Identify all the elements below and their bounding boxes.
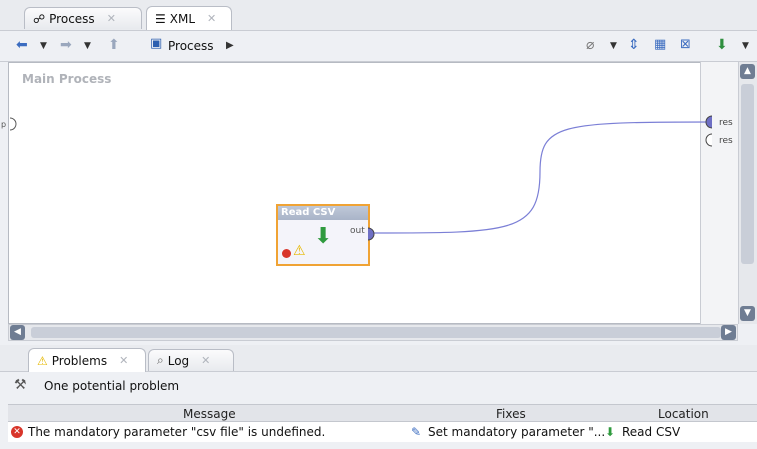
arrange-icon[interactable]: ⇕: [628, 37, 640, 53]
process-output-ports[interactable]: [704, 115, 716, 147]
horizontal-scrollbar[interactable]: ◀ ▶: [8, 324, 738, 341]
tab-xml[interactable]: ☰ XML ✕: [146, 6, 232, 30]
operator-read-csv[interactable]: Read CSV ⬇ ⚠ out: [276, 204, 370, 266]
operator-port-label: out: [350, 226, 365, 236]
chevron-down-icon[interactable]: ▼: [84, 41, 91, 51]
chevron-down-icon[interactable]: ▼: [742, 41, 749, 51]
scroll-right-icon[interactable]: ▶: [721, 325, 736, 340]
table-row[interactable]: ✕ The mandatory parameter "csv file" is …: [8, 422, 757, 442]
tab-problems-label: Problems: [51, 353, 108, 368]
tab-process-label: Process: [49, 11, 95, 26]
problem-location[interactable]: Read CSV: [622, 425, 680, 439]
error-icon: ✕: [11, 426, 23, 438]
scroll-up-icon[interactable]: ▲: [740, 64, 755, 79]
bottom-tab-bar: ⚠ Problems ✕ ⌕ Log ✕: [0, 345, 757, 372]
problem-message: The mandatory parameter "csv file" is un…: [28, 425, 326, 439]
connect-icon[interactable]: ⌀: [586, 37, 594, 53]
close-icon[interactable]: ✕: [201, 354, 210, 367]
tab-log[interactable]: ⌕ Log ✕: [148, 349, 234, 371]
operator-output-port[interactable]: [366, 227, 376, 241]
chevron-down-icon[interactable]: ▼: [40, 41, 47, 51]
editor-tab-bar: ☍ Process ✕ ☰ XML ✕: [0, 0, 757, 31]
problems-table-header: Message Fixes Location: [8, 404, 757, 422]
column-header-message[interactable]: Message: [183, 407, 236, 421]
tab-log-label: Log: [167, 353, 190, 368]
output-port-label: res: [719, 136, 733, 146]
svg-text:p: p: [1, 120, 6, 129]
chevron-right-icon[interactable]: ▶: [226, 40, 234, 51]
forward-arrow-icon[interactable]: ➡: [60, 37, 72, 53]
problems-summary: One potential problem: [44, 379, 180, 393]
import-icon[interactable]: ⬇: [716, 37, 728, 53]
process-icon: ☍: [33, 11, 46, 26]
process-toolbar: ⬅ ▼ ➡ ▼ ⬆ ▣ Process ▶ ⌀ ▼ ⇕ ▦ ⊠ ⬇ ▼: [0, 31, 757, 62]
operator-title: Read CSV: [278, 206, 368, 220]
up-arrow-icon[interactable]: ⬆: [108, 37, 120, 53]
log-icon: ⌕: [157, 353, 164, 367]
tab-problems[interactable]: ⚠ Problems ✕: [28, 348, 146, 372]
read-csv-icon: ⬇: [605, 425, 616, 439]
fix-icon: ✎: [411, 425, 422, 439]
quick-fix-icon[interactable]: ⚒: [14, 377, 27, 393]
problem-fix[interactable]: Set mandatory parameter "...: [428, 425, 605, 439]
column-header-location[interactable]: Location: [658, 407, 709, 421]
xml-icon: ☰: [155, 11, 166, 26]
vertical-scrollbar[interactable]: ▲ ▼: [738, 62, 757, 324]
problems-summary-row: ⚒ One potential problem: [0, 372, 757, 400]
tab-xml-label: XML: [169, 11, 196, 26]
back-arrow-icon[interactable]: ⬅: [16, 37, 28, 53]
breadcrumb-process[interactable]: Process: [168, 39, 214, 53]
horizontal-scroll-thumb[interactable]: [31, 327, 721, 338]
scroll-down-icon[interactable]: ▼: [740, 306, 755, 321]
close-icon[interactable]: ✕: [207, 12, 216, 25]
warning-icon[interactable]: ⚠: [293, 243, 306, 259]
process-input-port[interactable]: p: [0, 114, 22, 134]
fit-icon[interactable]: ⊠: [680, 37, 691, 52]
process-breadcrumb-icon: ▣: [150, 36, 163, 51]
column-header-fixes[interactable]: Fixes: [496, 407, 526, 421]
tab-process[interactable]: ☍ Process ✕: [24, 7, 142, 29]
output-port-label: res: [719, 118, 733, 128]
canvas-title: Main Process: [22, 72, 112, 86]
error-icon[interactable]: [282, 249, 291, 258]
vertical-scroll-thumb[interactable]: [741, 84, 754, 264]
grid-icon[interactable]: ▦: [654, 37, 666, 52]
close-icon[interactable]: ✕: [119, 354, 128, 367]
warning-icon: ⚠: [37, 353, 48, 368]
read-csv-icon: ⬇: [314, 224, 333, 249]
connection-line[interactable]: [360, 112, 710, 242]
chevron-down-icon[interactable]: ▼: [610, 41, 617, 51]
scroll-left-icon[interactable]: ◀: [10, 325, 25, 340]
close-icon[interactable]: ✕: [107, 12, 116, 25]
